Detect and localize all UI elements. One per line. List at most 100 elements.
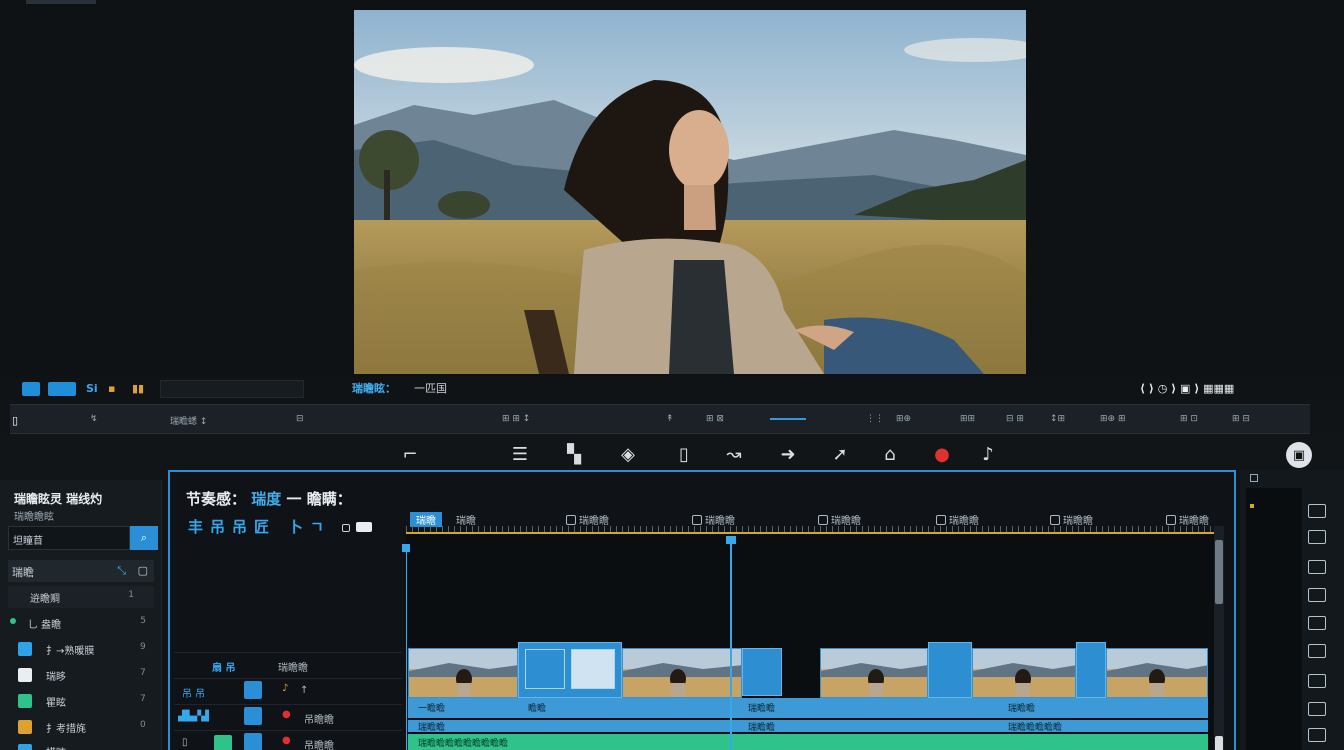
lock-small-icon[interactable]: ▪ bbox=[108, 381, 115, 397]
track-header[interactable]: ▯ ● 吊瞻瞻 bbox=[174, 730, 402, 750]
property-icon[interactable] bbox=[1308, 674, 1326, 688]
info-field[interactable] bbox=[160, 380, 304, 398]
fullscreen-button[interactable]: ▣ bbox=[1286, 442, 1312, 468]
marker[interactable]: 瑞瞻瞻 bbox=[692, 512, 735, 527]
video-clip[interactable] bbox=[408, 648, 518, 698]
marker[interactable]: 瑞瞻瞻 bbox=[1166, 512, 1209, 527]
si-icon[interactable]: Si bbox=[86, 381, 98, 397]
white-square-icon bbox=[18, 668, 32, 682]
view-mode-button[interactable] bbox=[22, 382, 40, 396]
property-icon[interactable] bbox=[1308, 702, 1326, 716]
property-icon[interactable] bbox=[1308, 644, 1326, 658]
marker[interactable]: 瑞瞻瞻 bbox=[936, 512, 979, 527]
transition-clip[interactable] bbox=[518, 642, 622, 698]
video-clip[interactable] bbox=[622, 648, 742, 698]
marker[interactable]: 瑞瞻瞻 bbox=[818, 512, 861, 527]
split-icon[interactable]: ⌐ bbox=[398, 442, 422, 466]
timeline-scrollbar[interactable] bbox=[1214, 526, 1224, 750]
marker-active[interactable]: 瑞瞻 bbox=[410, 512, 442, 527]
audio-track-1[interactable]: 一瞻瞻 瞻瞻 瑞瞻瞻 瑞瞻瞻 bbox=[408, 698, 1208, 718]
panel-icon[interactable] bbox=[1250, 474, 1258, 482]
property-icon[interactable] bbox=[1308, 504, 1326, 518]
property-icon[interactable] bbox=[1308, 728, 1326, 742]
playhead-handle[interactable] bbox=[726, 536, 736, 544]
marker[interactable]: 瑞瞻瞻 bbox=[1050, 512, 1093, 527]
green-toggle-button[interactable] bbox=[214, 735, 232, 750]
list-item-label[interactable]: 扌考措旄 bbox=[46, 720, 86, 735]
collapse-icon[interactable]: ⤡ bbox=[117, 564, 126, 578]
track-toggle-button[interactable] bbox=[244, 707, 262, 725]
chart-icon[interactable]: ▮▮ bbox=[132, 381, 144, 397]
property-icon[interactable] bbox=[1308, 616, 1326, 630]
property-icon[interactable] bbox=[1308, 588, 1326, 602]
clip-thumbnail bbox=[409, 649, 517, 697]
menu-lines-icon[interactable]: ☰ bbox=[508, 442, 532, 466]
in-point-line[interactable] bbox=[406, 546, 407, 750]
audio-track-2[interactable]: 瑞瞻瞻 瑞瞻瞻 瑞瞻瞻瞻瞻瞻 bbox=[408, 720, 1208, 733]
ruler-label: 瑞瞻蟋 ↕ bbox=[170, 417, 208, 427]
video-clip[interactable] bbox=[820, 648, 928, 698]
search-button[interactable]: ⌕ bbox=[130, 526, 158, 550]
transition-clip[interactable] bbox=[742, 648, 782, 696]
transition-clip[interactable] bbox=[1076, 642, 1106, 698]
panel-menu-icon[interactable]: ▢ bbox=[138, 564, 148, 577]
scrollbar-thumb[interactable] bbox=[1215, 540, 1223, 604]
track-toggle-button[interactable] bbox=[244, 681, 262, 699]
timeline-tool[interactable]: 吊 bbox=[232, 516, 247, 537]
list-item-label[interactable]: 措眩 bbox=[46, 744, 66, 750]
video-clip[interactable] bbox=[1106, 648, 1208, 698]
track-header-video[interactable]: 扇 吊 瑞瞻瞻 bbox=[174, 652, 402, 676]
video-editor-window: Si ▪ ▮▮ 瑞瞻眩： 一匹国 ⟨ ⟩ ◷ ⟩ ▣ ⟩ ▦▦▦ ▯ ↯ 瑞瞻蟋… bbox=[0, 0, 1344, 750]
speed-icon[interactable]: ➜ bbox=[776, 442, 800, 466]
mute-icon[interactable]: ♪ bbox=[976, 442, 1000, 466]
ruler-position-marker[interactable] bbox=[770, 418, 806, 420]
preview-frame[interactable] bbox=[354, 10, 1026, 374]
list-item-value: 0 bbox=[140, 720, 146, 730]
track-tools-icon[interactable]: 扇 吊 bbox=[212, 659, 235, 674]
track-audio-icon[interactable]: ♪ bbox=[282, 683, 288, 694]
list-item[interactable]: 乚 盎瞻 5 bbox=[8, 612, 154, 634]
ruler-label: ⊞⊕ bbox=[896, 414, 912, 424]
lock-icon[interactable]: ⌂ bbox=[878, 442, 902, 466]
record-track-icon[interactable]: ● bbox=[282, 735, 291, 746]
video-clip[interactable] bbox=[972, 648, 1076, 698]
track-header[interactable]: ▟▙▞▟ ● 吊瞻瞻 bbox=[174, 704, 402, 728]
property-icon[interactable] bbox=[1308, 530, 1326, 544]
scrollbar-thumb-lower[interactable] bbox=[1215, 736, 1223, 750]
timeline-tool[interactable]: 卜 bbox=[288, 516, 303, 537]
transition-clip[interactable] bbox=[928, 642, 972, 698]
record-icon[interactable]: ● bbox=[930, 442, 954, 466]
record-track-icon[interactable]: ● bbox=[282, 709, 291, 720]
music-track[interactable]: 瑞瞻瞻瞻瞻瞻瞻瞻瞻瞻 bbox=[408, 734, 1208, 750]
timeline-tool[interactable]: 匠 bbox=[254, 516, 269, 537]
viewer-right-controls[interactable]: ⟨ ⟩ ◷ ⟩ ▣ ⟩ ▦▦▦ bbox=[1140, 381, 1234, 397]
in-point-handle[interactable] bbox=[402, 544, 410, 552]
diamond-icon[interactable]: ◈ bbox=[616, 442, 640, 466]
property-icon[interactable] bbox=[1308, 560, 1326, 574]
timeline-tool[interactable]: 吊 bbox=[210, 516, 225, 537]
list-item[interactable]: 䢠瞻赒 1 bbox=[8, 586, 154, 608]
clip-icon[interactable]: ▚ bbox=[562, 442, 586, 466]
list-item-label[interactable]: 瑞眵 bbox=[46, 668, 66, 683]
track-toggle-button[interactable] bbox=[244, 733, 262, 750]
timeline-panel: 节奏感： 瑞度 一 瞻瞒： 丰 吊 吊 匠 卜 ㄱ 瑞瞻 瑞瞻 瑞瞻瞻 瑞瞻瞻 … bbox=[168, 470, 1236, 750]
curve-icon[interactable]: ↝ bbox=[722, 442, 746, 466]
list-item-label[interactable]: 扌→熟暖膜 bbox=[46, 642, 94, 657]
marker[interactable]: 瑞瞻瞻 bbox=[566, 512, 609, 527]
playhead-line[interactable] bbox=[730, 538, 732, 750]
timeline-tool[interactable]: ㄱ bbox=[310, 516, 324, 537]
crop-icon[interactable]: ▯ bbox=[672, 442, 696, 466]
search-input[interactable]: 坦瞳苜 bbox=[8, 526, 130, 550]
track-header[interactable]: 吊 吊 ♪ ↑ bbox=[174, 678, 402, 702]
marker[interactable]: 瑞瞻 bbox=[456, 512, 476, 527]
clip-thumbnail bbox=[821, 649, 927, 697]
list-item-label[interactable]: 瞿眩 bbox=[46, 694, 66, 709]
layout-button[interactable] bbox=[48, 382, 76, 396]
section-header[interactable]: 瑞瞻 ⤡ ▢ bbox=[8, 560, 154, 582]
switch-icon[interactable] bbox=[356, 522, 372, 532]
toggle-icon[interactable] bbox=[342, 524, 350, 532]
scrub-ruler[interactable]: ▯ ↯ 瑞瞻蟋 ↕ ⊟ ⊞ ⊞ ↕ ↟ ⊞ ⊠ ⋮⋮ ⊞⊕ ⊞⊞ ⊟ ⊞ ↕⊞ … bbox=[10, 404, 1310, 434]
arrow-icon[interactable]: ➚ bbox=[828, 442, 852, 466]
clip-thumbnail bbox=[1107, 649, 1207, 697]
timeline-tool[interactable]: 丰 bbox=[188, 516, 203, 537]
